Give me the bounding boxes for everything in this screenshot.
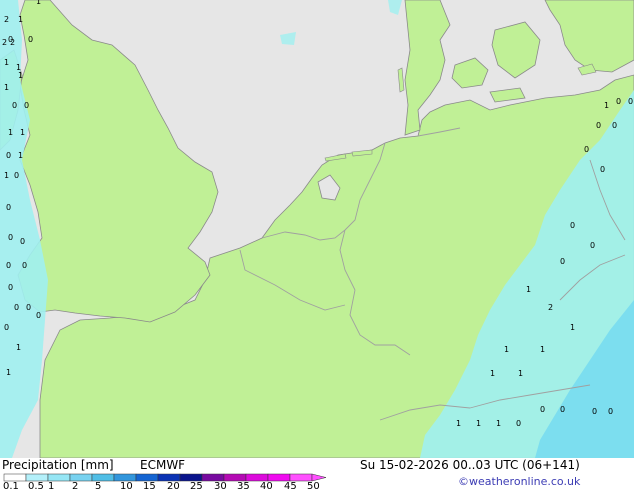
legend-tick-label: 50 xyxy=(307,481,320,490)
precip-value-label: 0 xyxy=(540,405,545,414)
precip-value-label: 0 xyxy=(628,97,633,106)
precip-value-label: 0 xyxy=(8,283,13,292)
legend-tick-label: 15 xyxy=(143,481,156,490)
legend-tick-label: 0.1 xyxy=(3,481,19,490)
legend-swatch xyxy=(135,473,159,482)
precip-value-label: 2 xyxy=(10,38,15,47)
legend-tick-label: 40 xyxy=(260,481,273,490)
legend-swatch xyxy=(3,473,27,482)
footer-credit: ©weatheronline.co.uk xyxy=(458,475,581,488)
precip-value-label: 1 xyxy=(604,101,609,110)
precip-value-label: 0 xyxy=(28,35,33,44)
precip-value-label: 0 xyxy=(12,101,17,110)
legend-swatch xyxy=(91,473,115,482)
precip-value-label: 0 xyxy=(14,171,19,180)
legend-swatch xyxy=(69,473,93,482)
precip-value-label: 1 xyxy=(496,419,501,428)
precip-value-label: 0 xyxy=(6,151,11,160)
legend-swatch xyxy=(223,473,247,482)
legend-tick-label: 5 xyxy=(95,481,101,490)
precip-value-label: 0 xyxy=(616,97,621,106)
precip-value-label: 0 xyxy=(584,145,589,154)
precip-value-label: 1 xyxy=(518,369,523,378)
legend-tick-label: 25 xyxy=(190,481,203,490)
precip-value-label: 0 xyxy=(612,121,617,130)
legend-tick-label: 0.5 xyxy=(28,481,44,490)
legend-swatch xyxy=(47,473,71,482)
legend-ticks: 0.1 0.5 1 2 5 10 15 20 25 30 35 40 45 50 xyxy=(3,481,320,490)
precip-value-label: 1 xyxy=(504,345,509,354)
precip-value-label: 1 xyxy=(490,369,495,378)
precip-value-label: 0 xyxy=(26,303,31,312)
precip-value-label: 0 xyxy=(36,311,41,320)
precip-value-label: 0 xyxy=(560,405,565,414)
legend-tick-label: 35 xyxy=(237,481,250,490)
precip-value-label: 0 xyxy=(596,121,601,130)
precip-value-label: 0 xyxy=(8,233,13,242)
legend-arrow xyxy=(311,473,327,482)
precip-value-label: 1 xyxy=(18,15,23,24)
precip-value-label: 0 xyxy=(560,257,565,266)
legend-swatch xyxy=(157,473,181,482)
legend-tick-label: 2 xyxy=(72,481,78,490)
color-legend: 0.1 0.5 1 2 5 10 15 20 25 30 35 40 45 50 xyxy=(3,473,327,490)
precip-value-label: 0 xyxy=(6,203,11,212)
precip-value-label: 1 xyxy=(16,343,21,352)
precip-value-label: 0 xyxy=(22,261,27,270)
legend-swatches xyxy=(3,473,327,482)
precip-value-label: 1 xyxy=(456,419,461,428)
precipitation-map: 2 110 02 211110 01 10 11 000 00 000 000111 0 00 00000… xyxy=(0,0,634,458)
precip-value-label: 0 xyxy=(600,165,605,174)
legend-swatch xyxy=(267,473,291,482)
legend-swatch xyxy=(179,473,203,482)
legend-swatch xyxy=(201,473,225,482)
legend-tick-label: 1 xyxy=(48,481,54,490)
weather-map-figure: 2110022111100110110000000000011100000000… xyxy=(0,0,634,490)
precip-value-label: 1 xyxy=(36,0,41,6)
legend-swatch xyxy=(245,473,269,482)
legend-swatch xyxy=(25,473,49,482)
precip-value-label: 1 xyxy=(18,71,23,80)
footer-datetime: Su 15-02-2026 00..03 UTC (06+141) xyxy=(360,458,580,472)
precip-value-label: 2 xyxy=(4,15,9,24)
precip-value-label: 1 xyxy=(4,58,9,67)
legend-tick-label: 20 xyxy=(167,481,180,490)
precip-value-label: 0 xyxy=(20,237,25,246)
precip-value-label: 1 xyxy=(540,345,545,354)
precip-value-label: 0 xyxy=(608,407,613,416)
precip-value-label: 0 xyxy=(570,221,575,230)
legend-tick-label: 30 xyxy=(214,481,227,490)
legend-tick-label: 45 xyxy=(284,481,297,490)
precip-value-label: 1 xyxy=(4,171,9,180)
precip-value-label: 0 xyxy=(4,323,9,332)
precip-value-label: 2 xyxy=(548,303,553,312)
legend-swatch xyxy=(289,473,313,482)
precip-value-label: 1 xyxy=(4,83,9,92)
precip-value-label: 1 xyxy=(8,128,13,137)
legend-tick-label: 10 xyxy=(120,481,133,490)
precip-value-label: 1 xyxy=(476,419,481,428)
precip-value-label: 1 xyxy=(18,151,23,160)
precip-value-label: 1 xyxy=(20,128,25,137)
footer-bar: Precipitation [mm] ECMWF Su 15-02-2026 0… xyxy=(0,458,634,490)
precip-value-label: 1 xyxy=(6,368,11,377)
precip-value-label: 2 xyxy=(2,38,7,47)
precip-value-label: 1 xyxy=(526,285,531,294)
precip-value-label: 0 xyxy=(590,241,595,250)
precip-value-label: 0 xyxy=(24,101,29,110)
precip-value-label: 0 xyxy=(592,407,597,416)
precip-value-label: 0 xyxy=(516,419,521,428)
precip-value-label: 0 xyxy=(14,303,19,312)
precip-value-label: 1 xyxy=(570,323,575,332)
legend-swatch xyxy=(113,473,137,482)
precip-value-label: 0 xyxy=(6,261,11,270)
